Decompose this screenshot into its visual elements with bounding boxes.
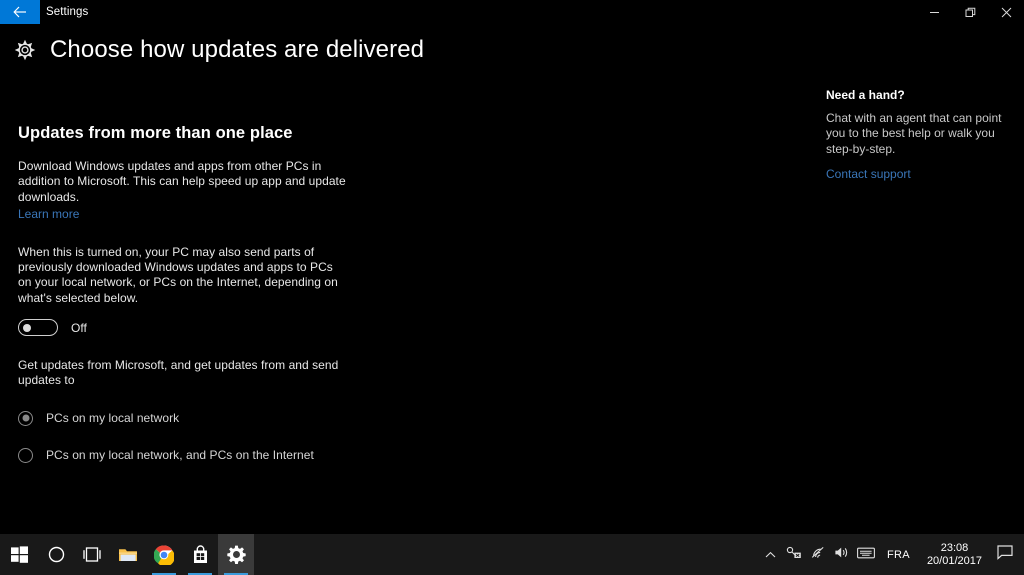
delivery-optimization-toggle[interactable] bbox=[18, 319, 58, 337]
taskbar-item-microsoft-store[interactable] bbox=[182, 534, 218, 575]
network-status-button[interactable] bbox=[782, 534, 806, 575]
help-panel-title: Need a hand? bbox=[826, 88, 905, 102]
circle-icon bbox=[48, 546, 65, 563]
delivery-optimization-toggle-row: Off bbox=[18, 319, 358, 337]
keyboard-button[interactable] bbox=[854, 534, 878, 575]
action-center-icon bbox=[996, 544, 1014, 565]
windows-logo-icon bbox=[10, 546, 28, 563]
clock-button[interactable]: 23:08 20/01/2017 bbox=[919, 534, 990, 575]
radio-selected-dot bbox=[22, 414, 29, 422]
taskbar-item-settings-app[interactable] bbox=[218, 534, 254, 575]
network-error-icon bbox=[786, 546, 802, 564]
wifi-icon bbox=[810, 546, 826, 564]
app-title: Settings bbox=[46, 6, 89, 18]
folder-icon bbox=[118, 546, 138, 563]
system-tray: FRA 23:08 20/01/2017 bbox=[758, 534, 1024, 575]
clock-time: 23:08 bbox=[940, 541, 969, 554]
clock-date: 20/01/2017 bbox=[926, 554, 982, 567]
radio-option-local-and-internet[interactable]: PCs on my local network, and PCs on the … bbox=[18, 447, 358, 463]
page-header: Choose how updates are delivered bbox=[14, 38, 424, 62]
taskbar-item-task-view[interactable] bbox=[74, 534, 110, 575]
taskbar-item-start-button[interactable] bbox=[0, 534, 38, 575]
volume-button[interactable] bbox=[830, 534, 854, 575]
radio-option-label: PCs on my local network, and PCs on the … bbox=[46, 448, 314, 463]
toggle-knob bbox=[23, 323, 31, 332]
description-paragraph-2: When this is turned on, your PC may also… bbox=[18, 244, 338, 305]
chevron-up-icon bbox=[765, 546, 776, 564]
gear-icon bbox=[14, 39, 36, 61]
minimize-button[interactable] bbox=[916, 0, 952, 24]
help-panel: Need a hand? Chat with an agent that can… bbox=[826, 88, 1006, 183]
chrome-icon bbox=[154, 544, 174, 565]
minimize-icon bbox=[929, 7, 940, 18]
settings-window: Settings Choose how updates are delivere… bbox=[0, 0, 1024, 575]
wifi-button[interactable] bbox=[806, 534, 830, 575]
taskbar: FRA 23:08 20/01/2017 bbox=[0, 534, 1024, 575]
radio-button[interactable] bbox=[18, 447, 33, 463]
gear-icon bbox=[226, 545, 246, 564]
close-icon bbox=[1001, 7, 1012, 18]
help-panel-body: Chat with an agent that can point you to… bbox=[826, 111, 1002, 156]
main-content: Updates from more than one place Downloa… bbox=[18, 124, 358, 463]
taskbar-item-file-explorer[interactable] bbox=[110, 534, 146, 575]
radio-option-label: PCs on my local network bbox=[46, 411, 180, 426]
task-view-icon bbox=[82, 547, 102, 562]
back-arrow-icon bbox=[13, 6, 27, 18]
taskbar-item-cortana-search[interactable] bbox=[38, 534, 74, 575]
radio-group-label: Get updates from Microsoft, and get upda… bbox=[18, 358, 339, 388]
close-button[interactable] bbox=[988, 0, 1024, 24]
restore-button[interactable] bbox=[952, 0, 988, 24]
back-button[interactable] bbox=[0, 0, 40, 24]
speaker-icon bbox=[834, 546, 850, 564]
contact-support-link[interactable]: Contact support bbox=[826, 167, 911, 182]
show-hidden-icons-button[interactable] bbox=[758, 534, 782, 575]
restore-icon bbox=[965, 7, 976, 18]
store-bag-icon bbox=[192, 545, 209, 564]
title-bar: Settings bbox=[0, 0, 1024, 24]
action-center-button[interactable] bbox=[990, 534, 1020, 575]
window-controls bbox=[916, 0, 1024, 24]
taskbar-item-google-chrome[interactable] bbox=[146, 534, 182, 575]
radio-button[interactable] bbox=[18, 410, 33, 426]
keyboard-icon bbox=[857, 546, 875, 564]
input-language-button[interactable]: FRA bbox=[878, 534, 919, 575]
toggle-state-label: Off bbox=[71, 320, 87, 335]
page-title: Choose how updates are delivered bbox=[50, 36, 425, 63]
radio-option-local-network[interactable]: PCs on my local network bbox=[18, 410, 358, 426]
description-paragraph-1: Download Windows updates and apps from o… bbox=[18, 159, 346, 204]
learn-more-link[interactable]: Learn more bbox=[18, 207, 79, 222]
section-title: Updates from more than one place bbox=[18, 124, 293, 142]
